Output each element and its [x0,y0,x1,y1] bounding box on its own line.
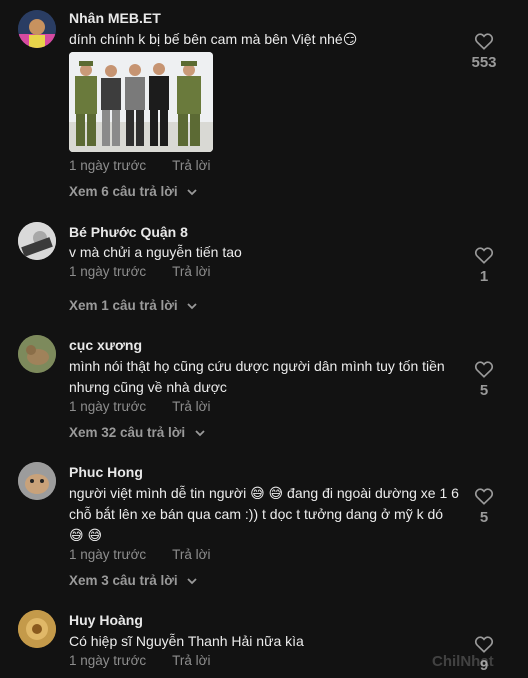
like-button[interactable]: 5 [464,487,504,526]
comment-meta: 1 ngày trước Trả lời [69,653,211,668]
heart-icon [474,636,494,653]
comment-text: dính chính k bị bế bên cam mà bên Việt n… [69,31,358,47]
reply-button[interactable]: Trả lời [172,399,210,414]
comment-meta: 1 ngày trước Trả lời [69,158,211,173]
comment-attached-image[interactable] [69,52,213,152]
avatar[interactable] [18,610,56,648]
reply-button[interactable]: Trả lời [172,158,210,173]
like-count: 553 [471,54,497,71]
comment-meta: 1 ngày trước Trả lời [69,399,211,414]
chevron-down-icon [187,189,198,196]
chevron-down-icon [195,430,205,437]
like-button[interactable]: 5 [464,360,504,399]
heart-icon [474,247,494,264]
heart-icon [474,361,494,378]
comment-time: 1 ngày trước [69,158,147,173]
comment-username[interactable]: cục xương [69,337,142,353]
like-count: 5 [479,382,489,399]
comment-time: 1 ngày trước [69,264,147,279]
comment-username[interactable]: Bé Phước Quận 8 [69,224,188,240]
like-count: 5 [479,509,489,526]
comment-username[interactable]: Huy Hoàng [69,612,143,628]
like-button[interactable]: 1 [464,246,504,285]
view-replies-button[interactable]: Xem 3 câu trả lời [69,573,198,588]
comment-username[interactable]: Phuc Hong [69,464,143,480]
avatar[interactable] [18,462,56,500]
heart-icon [474,33,494,50]
view-replies-label: Xem 3 câu trả lời [69,573,178,588]
view-replies-button[interactable]: Xem 32 câu trả lời [69,425,205,440]
comment-meta: 1 ngày trước Trả lời [69,547,211,562]
watermark: ChilNhat [432,653,494,670]
chevron-down-icon [187,578,198,585]
view-replies-button[interactable]: Xem 1 câu trả lời [69,298,198,313]
heart-icon [474,488,494,505]
like-button[interactable]: 553 [464,32,504,71]
view-replies-button[interactable]: Xem 6 câu trả lời [69,184,198,199]
comment-time: 1 ngày trước [69,399,147,414]
like-count: 1 [479,268,489,285]
reply-button[interactable]: Trả lời [172,547,210,562]
view-replies-label: Xem 1 câu trả lời [69,298,178,313]
avatar[interactable] [18,10,56,48]
reply-button[interactable]: Trả lời [172,653,210,668]
reply-button[interactable]: Trả lời [172,264,210,279]
comment-text: v mà chửi a nguyễn tiến tao [69,244,242,260]
chevron-down-icon [187,303,198,310]
comment-time: 1 ngày trước [69,653,147,668]
comment-text: người việt mình dễ tin người 😅 😅 đang đi… [69,485,459,543]
view-replies-label: Xem 6 câu trả lời [69,184,178,199]
comment-meta: 1 ngày trước Trả lời [69,264,211,279]
comment-text: mình nói thật họ cũng cứu dược người dân… [69,358,445,395]
comment-text: Có hiệp sĩ Nguyễn Thanh Hải nữa kìa [69,633,304,649]
comment-time: 1 ngày trước [69,547,147,562]
avatar[interactable] [18,335,56,373]
view-replies-label: Xem 32 câu trả lời [69,425,186,440]
avatar[interactable] [18,222,56,260]
comment-username[interactable]: Nhân MEB.ET [69,10,161,26]
